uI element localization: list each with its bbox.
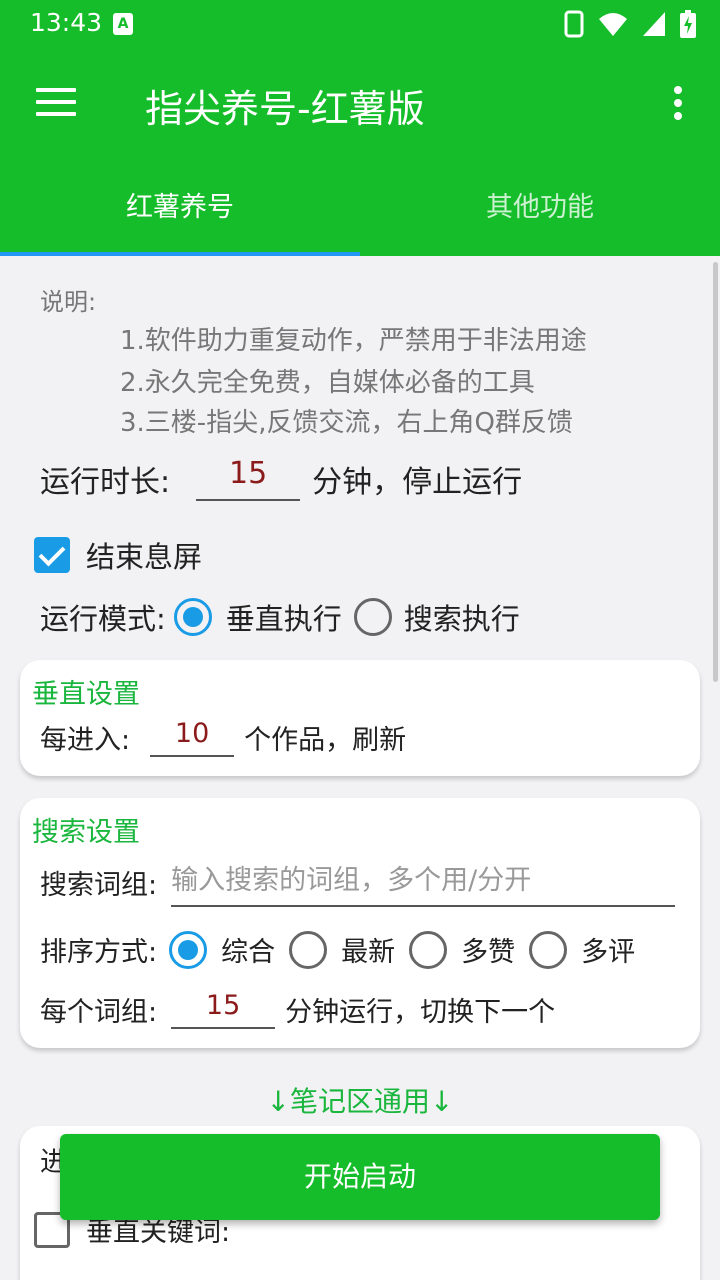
per-group-input[interactable]: 15	[171, 990, 276, 1029]
search-keyword-label: 搜索词组:	[40, 870, 158, 901]
per-group-label: 每个词组:	[40, 997, 158, 1028]
run-mode-vertical-radio[interactable]	[173, 598, 212, 636]
vertical-enter-input[interactable]: 10	[150, 718, 235, 757]
run-mode-search-label[interactable]: 搜索执行	[404, 596, 520, 638]
screen-off-row[interactable]: 结束息屏	[34, 534, 202, 576]
description-line: 3.三楼-指尖,反馈交流，右上角Q群反馈	[120, 408, 573, 438]
cell-signal-icon	[643, 12, 665, 36]
app-title: 指尖养号-红薯版	[145, 87, 425, 131]
start-button[interactable]: 开始启动	[60, 1134, 660, 1220]
search-keyword-row: 搜索词组: 输入搜索的词组，多个用/分开	[40, 858, 676, 907]
vertical-enter-row: 每进入: 10 个作品，刷新	[40, 718, 406, 757]
run-mode-search-radio[interactable]	[353, 598, 392, 636]
per-group-suffix: 分钟运行，切换下一个	[285, 997, 556, 1028]
status-bar: 13:43 A	[0, 0, 720, 48]
screen-off-checkbox[interactable]	[34, 537, 70, 573]
sort-comprehensive-radio[interactable]	[169, 930, 208, 969]
description-line: 2.永久完全免费，自媒体必备的工具	[120, 368, 535, 398]
hamburger-menu-icon[interactable]	[36, 88, 76, 118]
phone-vibrate-icon	[564, 10, 584, 38]
sort-most-likes-label[interactable]: 多赞	[461, 930, 515, 969]
sort-latest-label[interactable]: 最新	[341, 930, 395, 969]
notes-section-label: ↓笔记区通用↓	[266, 1085, 454, 1118]
sort-label: 排序方式:	[40, 937, 158, 968]
sort-most-likes-radio[interactable]	[409, 930, 448, 969]
sort-row: 排序方式: 综合 最新 多赞 多评	[40, 930, 635, 969]
sort-most-comments-radio[interactable]	[529, 930, 568, 969]
run-mode-row: 运行模式: 垂直执行 搜索执行	[40, 596, 520, 638]
sort-comprehensive-label[interactable]: 综合	[221, 930, 275, 969]
description-heading: 说明:	[40, 288, 97, 316]
search-settings-title: 搜索设置	[32, 817, 140, 848]
vertical-settings-title: 垂直设置	[32, 679, 140, 710]
vertical-settings-card: 垂直设置 每进入: 10 个作品，刷新	[20, 660, 700, 776]
wifi-icon	[599, 13, 627, 36]
main-content: 说明: 1.软件助力重复动作，严禁用于非法用途 2.永久完全免费，自媒体必备的工…	[0, 256, 720, 1280]
notification-icon: A	[113, 13, 133, 35]
run-duration-row: 运行时长: 15 分钟，停止运行	[40, 456, 522, 501]
screen-off-label: 结束息屏	[86, 540, 203, 574]
battery-charging-icon	[680, 10, 696, 38]
description-line: 1.软件助力重复动作，严禁用于非法用途	[120, 326, 587, 356]
run-duration-input[interactable]: 15	[196, 456, 301, 501]
tab-other-functions[interactable]: 其他功能	[360, 160, 720, 256]
vertical-enter-label: 每进入:	[40, 725, 131, 756]
search-keyword-input[interactable]: 输入搜索的词组，多个用/分开	[171, 858, 676, 907]
tab-hongshu-account[interactable]: 红薯养号	[0, 160, 360, 256]
tab-bar: 红薯养号 其他功能	[0, 160, 720, 256]
sort-latest-radio[interactable]	[289, 930, 328, 969]
more-options-icon[interactable]	[674, 86, 684, 122]
sort-most-comments-label[interactable]: 多评	[581, 930, 635, 969]
search-settings-card: 搜索设置 搜索词组: 输入搜索的词组，多个用/分开 排序方式: 综合 最新 多赞…	[20, 798, 700, 1048]
app-bar: 指尖养号-红薯版	[0, 48, 720, 160]
run-mode-vertical-label[interactable]: 垂直执行	[226, 596, 342, 638]
run-duration-label: 运行时长:	[40, 464, 171, 500]
per-group-row: 每个词组: 15 分钟运行，切换下一个	[40, 990, 555, 1029]
vertical-enter-suffix: 个作品，刷新	[244, 725, 407, 756]
status-icons	[564, 10, 696, 38]
status-time: 13:43	[30, 8, 103, 37]
run-mode-label: 运行模式:	[40, 602, 166, 636]
run-duration-suffix: 分钟，停止运行	[312, 464, 523, 500]
